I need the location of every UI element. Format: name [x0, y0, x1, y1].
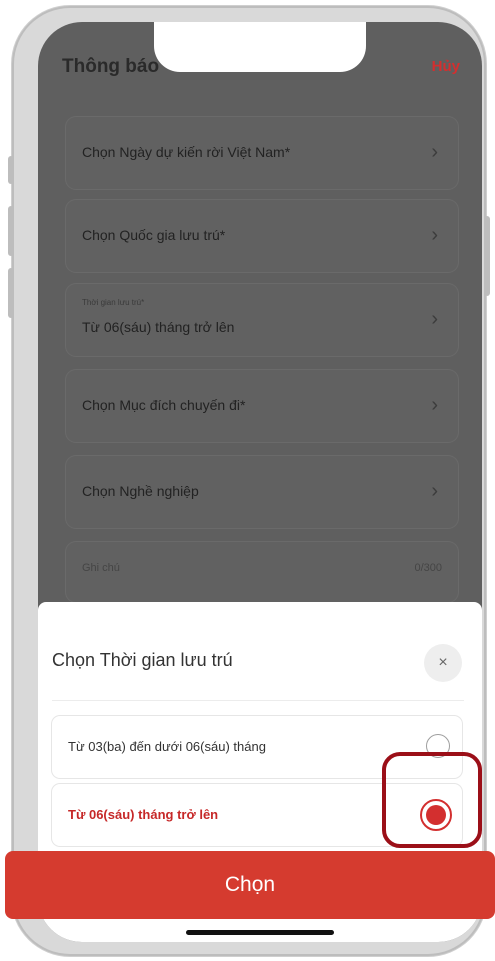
note-counter: 0/300	[414, 562, 442, 574]
row-label: Chọn Ngày dự kiến rời Việt Nam*	[82, 144, 291, 160]
cancel-link[interactable]: Hủy	[432, 58, 460, 75]
option-label: Từ 03(ba) đến dưới 06(sáu) tháng	[68, 739, 266, 754]
form-row-purpose[interactable]: Chọn Mục đích chuyến đi* ›	[66, 370, 458, 442]
notch	[154, 22, 366, 72]
divider	[52, 700, 464, 701]
choose-button[interactable]: Chọn	[5, 851, 495, 919]
note-placeholder: Ghi chú	[82, 562, 120, 574]
option-label: Từ 06(sáu) tháng trở lên	[68, 807, 219, 822]
home-indicator	[186, 930, 334, 935]
chevron-right-icon: ›	[431, 308, 438, 330]
close-icon: ×	[438, 654, 448, 671]
phone-screen: Thông báo Hủy Chọn Ngày dự kiến rời Việt…	[38, 22, 482, 942]
form-row-country[interactable]: Chọn Quốc gia lưu trú* ›	[66, 200, 458, 272]
phone-side-button	[8, 268, 14, 318]
chevron-right-icon: ›	[431, 394, 438, 416]
highlight-annotation	[382, 752, 482, 848]
row-label: Chọn Mục đích chuyến đi*	[82, 397, 246, 413]
page-title: Thông báo	[62, 56, 160, 77]
note-field[interactable]: Ghi chú 0/300	[66, 542, 458, 602]
close-button[interactable]: ×	[424, 644, 462, 682]
phone-side-button	[8, 156, 14, 184]
form-row-occupation[interactable]: Chọn Nghề nghiệp ›	[66, 456, 458, 528]
form-row-departure-date[interactable]: Chọn Ngày dự kiến rời Việt Nam* ›	[66, 117, 458, 189]
phone-frame: Thông báo Hủy Chọn Ngày dự kiến rời Việt…	[8, 6, 490, 956]
row-label: Chọn Quốc gia lưu trú*	[82, 227, 226, 243]
chevron-right-icon: ›	[431, 224, 438, 246]
row-value: Từ 06(sáu) tháng trở lên	[82, 319, 235, 335]
row-label: Chọn Nghề nghiệp	[82, 483, 199, 499]
row-small-label: Thời gian lưu trú*	[82, 298, 145, 307]
chevron-right-icon: ›	[431, 480, 438, 502]
phone-side-button	[8, 206, 14, 256]
form-row-stay-duration[interactable]: Thời gian lưu trú* Từ 06(sáu) tháng trở …	[66, 284, 458, 356]
sheet-title: Chọn Thời gian lưu trú	[52, 650, 233, 670]
chevron-right-icon: ›	[431, 141, 438, 163]
phone-side-button	[484, 216, 490, 296]
